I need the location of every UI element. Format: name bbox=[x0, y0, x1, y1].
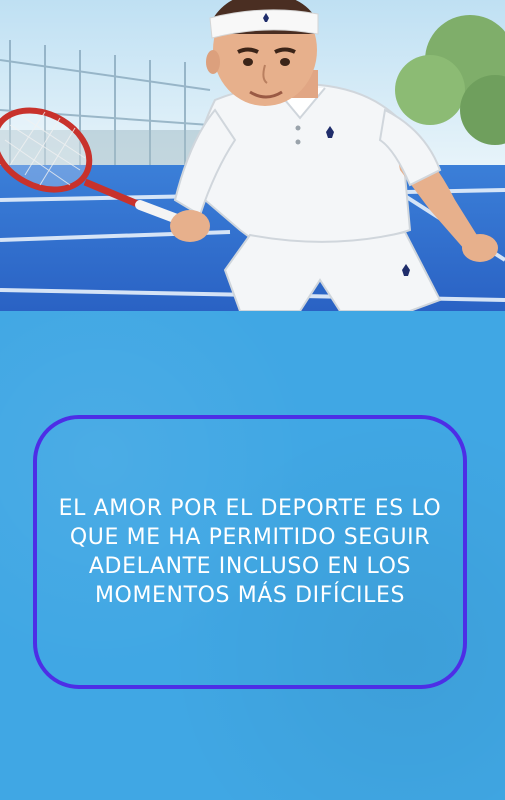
tennis-player-illustration bbox=[0, 0, 505, 311]
quote-box: EL AMOR POR EL DEPORTE ES LO QUE ME HA P… bbox=[33, 415, 467, 689]
quote-text: EL AMOR POR EL DEPORTE ES LO QUE ME HA P… bbox=[58, 496, 442, 608]
quote-panel: EL AMOR POR EL DEPORTE ES LO QUE ME HA P… bbox=[0, 311, 505, 800]
page: EL AMOR POR EL DEPORTE ES LO QUE ME HA P… bbox=[0, 0, 505, 800]
